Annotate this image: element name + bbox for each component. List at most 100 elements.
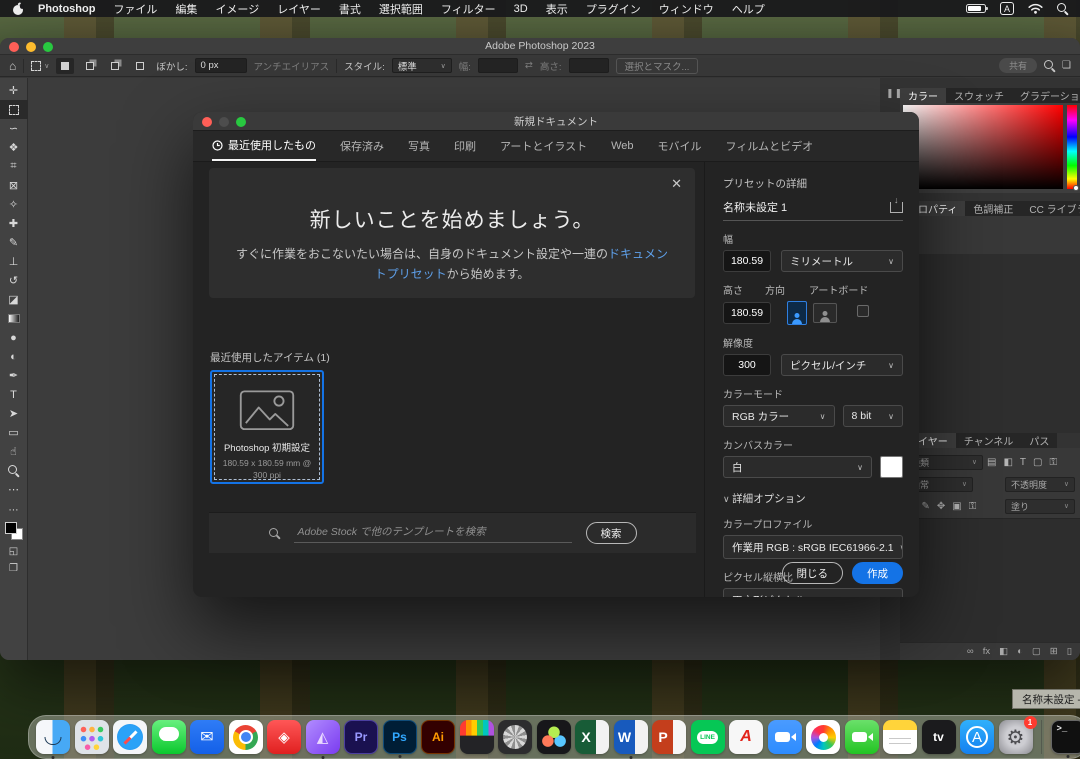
dock-app-excel[interactable]: X xyxy=(575,720,609,754)
foreground-background-swatch[interactable] xyxy=(5,522,23,540)
fill-field[interactable]: 塗り xyxy=(1005,499,1075,514)
menu-item-レイヤー[interactable]: レイヤー xyxy=(277,1,321,17)
dock-app-chrome[interactable] xyxy=(229,720,263,754)
pixel-aspect-dropdown[interactable]: 正方形ピクセル xyxy=(723,588,903,597)
lasso-tool[interactable]: ∽ xyxy=(0,119,28,138)
portrait-orientation-button[interactable] xyxy=(787,301,807,325)
artboard-checkbox[interactable] xyxy=(857,305,869,317)
filter-icon-3[interactable]: ▢ xyxy=(1033,457,1042,468)
panel-tab-色調補正[interactable]: 色調補正 xyxy=(965,201,1021,216)
menu-item-ファイル[interactable]: ファイル xyxy=(113,1,157,17)
lock-icon-1[interactable]: ✎ xyxy=(921,501,929,512)
panel-tab-チャンネル[interactable]: チャンネル xyxy=(956,433,1022,448)
bit-depth-dropdown[interactable]: 8 bit xyxy=(843,405,904,427)
select-and-mask-button[interactable]: 選択とマスク... xyxy=(616,58,699,74)
pen-tool[interactable]: ✒ xyxy=(0,366,28,385)
dock-app-word[interactable]: W xyxy=(614,720,648,754)
dialog-tab-最近使用したもの[interactable]: 最近使用したもの xyxy=(212,131,316,161)
dock-app-launchpad[interactable] xyxy=(75,720,109,754)
edit-toolbar-icon[interactable]: ⋯ xyxy=(9,505,19,516)
wifi-icon[interactable] xyxy=(1028,3,1043,14)
crop-tool[interactable]: ⌗ xyxy=(0,157,28,176)
dock-app-diamond[interactable]: ◈ xyxy=(267,720,301,754)
lock-icon-2[interactable]: ✥ xyxy=(937,501,945,512)
canvas-color-dropdown[interactable]: 白 xyxy=(723,456,872,478)
dock-app-line[interactable]: LINE xyxy=(691,720,725,754)
new-selection-button[interactable] xyxy=(56,58,74,74)
feather-input[interactable]: 0 px xyxy=(195,58,247,73)
hero-close-icon[interactable]: ✕ xyxy=(671,177,682,190)
dock-app-premiere[interactable]: Pr xyxy=(344,720,378,754)
advanced-options-toggle[interactable]: 詳細オプション xyxy=(723,491,903,506)
shape-tool[interactable]: ▭ xyxy=(0,423,28,442)
search-icon[interactable] xyxy=(1044,60,1055,71)
panel-tab-CC ライブラリ[interactable]: CC ライブラリ xyxy=(1021,201,1080,216)
save-preset-icon[interactable] xyxy=(890,202,903,213)
antialias-label[interactable]: アンチエイリアス xyxy=(254,59,330,73)
dock-app-safari[interactable] xyxy=(113,720,147,754)
gradient-tool[interactable] xyxy=(0,309,28,328)
hue-slider[interactable] xyxy=(1067,105,1077,189)
close-button[interactable]: 閉じる xyxy=(782,562,844,584)
dialog-tab-Web[interactable]: Web xyxy=(611,131,633,161)
filter-icon-0[interactable]: ▤ xyxy=(987,457,996,468)
stock-search-button[interactable]: 検索 xyxy=(586,522,637,544)
dock-app-facetime[interactable] xyxy=(845,720,879,754)
dialog-tab-モバイル[interactable]: モバイル xyxy=(658,131,702,161)
window-title-bar[interactable]: Adobe Photoshop 2023 xyxy=(0,38,1080,55)
dock-app-settings[interactable]: ⚙1 xyxy=(999,720,1033,754)
panel-tab-パス[interactable]: パス xyxy=(1021,433,1057,448)
apple-menu-icon[interactable] xyxy=(12,2,24,16)
dock-app-finalcut[interactable] xyxy=(460,720,494,754)
lock-icon-3[interactable]: ▣ xyxy=(952,501,961,512)
dock-app-terminal[interactable]: >_ xyxy=(1051,720,1080,754)
unit-dropdown[interactable]: ミリメートル xyxy=(781,250,903,272)
share-button[interactable]: 共有 xyxy=(999,58,1037,73)
saturation-field[interactable] xyxy=(903,105,1063,189)
landscape-orientation-button[interactable] xyxy=(813,303,837,323)
blur-tool[interactable]: ● xyxy=(0,328,28,347)
minimize-window-button[interactable] xyxy=(26,42,36,52)
dodge-tool[interactable]: ◐ xyxy=(0,347,28,366)
filter-icon-2[interactable]: T xyxy=(1020,457,1026,468)
height-input[interactable] xyxy=(569,58,609,73)
path-selection-tool[interactable]: ➤ xyxy=(0,404,28,423)
menu-item-フィルター[interactable]: フィルター xyxy=(441,1,496,17)
dialog-tab-アートとイラスト[interactable]: アートとイラスト xyxy=(500,131,587,161)
eyedropper-tool[interactable]: ✧ xyxy=(0,195,28,214)
zoom-tool[interactable] xyxy=(0,461,28,480)
layers-footer-icon-3[interactable]: ◐ xyxy=(1017,646,1023,657)
menu-item-表示[interactable]: 表示 xyxy=(546,1,568,17)
layers-footer-icon-1[interactable]: fx xyxy=(983,646,990,657)
workspace-icon[interactable]: ❏ xyxy=(1062,60,1071,71)
menu-item-プラグイン[interactable]: プラグイン xyxy=(586,1,641,17)
clone-stamp-tool[interactable]: ⊥ xyxy=(0,252,28,271)
dock-app-illustrator[interactable]: Ai xyxy=(421,720,455,754)
menu-item-イメージ[interactable]: イメージ xyxy=(215,1,259,17)
intersect-selection-button[interactable] xyxy=(131,58,149,74)
more-tools[interactable]: ⋯ xyxy=(0,480,28,499)
dock-app-acrobat[interactable]: A xyxy=(729,720,763,754)
dock-app-mail[interactable]: ✉ xyxy=(190,720,224,754)
dock-app-photos[interactable] xyxy=(806,720,840,754)
layers-footer-icon-4[interactable]: ▢ xyxy=(1032,646,1041,657)
dock-app-messages[interactable] xyxy=(152,720,186,754)
marquee-tool[interactable] xyxy=(0,100,28,119)
panel-tab-グラデーション[interactable]: グラデーション xyxy=(1012,88,1080,103)
menu-item-Photoshop[interactable]: Photoshop xyxy=(38,3,95,15)
recent-preset-card[interactable]: Photoshop 初期設定 180.59 x 180.59 mm @ 300 … xyxy=(210,370,324,484)
menu-item-3D[interactable]: 3D xyxy=(514,3,528,15)
healing-brush-tool[interactable]: ✚ xyxy=(0,214,28,233)
filter-icon-4[interactable]: ⚿ xyxy=(1049,457,1057,468)
canvas-color-swatch[interactable] xyxy=(880,456,903,478)
dialog-tab-保存済み[interactable]: 保存済み xyxy=(340,131,384,161)
dialog-title-bar[interactable]: 新規ドキュメント xyxy=(193,112,919,131)
layers-footer-icon-2[interactable]: ◧ xyxy=(999,646,1008,657)
move-tool[interactable]: ✛ xyxy=(0,81,28,100)
layers-list[interactable] xyxy=(900,518,1080,642)
menu-item-編集[interactable]: 編集 xyxy=(175,1,197,17)
width-input[interactable]: 180.59 xyxy=(723,250,771,272)
dock-app-finder[interactable] xyxy=(36,720,70,754)
object-selection-tool[interactable]: ❖ xyxy=(0,138,28,157)
dock-app-powerpoint[interactable]: P xyxy=(652,720,686,754)
